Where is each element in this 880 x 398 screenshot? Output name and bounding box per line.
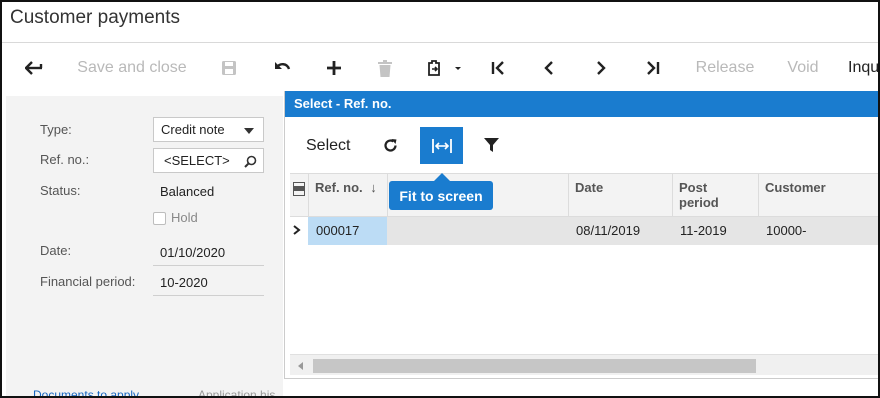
add-icon[interactable] (320, 46, 348, 90)
column-header-date[interactable]: Date (568, 174, 672, 218)
divider (2, 42, 878, 43)
date-label: Date: (40, 243, 72, 258)
grid-header: Ref. no. ↓ Date Post period Customer (290, 173, 878, 218)
previous-record-icon[interactable] (536, 46, 562, 90)
save-and-close-button[interactable]: Save and close (74, 46, 190, 90)
column-header-customer[interactable]: Customer (758, 174, 878, 218)
type-label: Type: (40, 122, 72, 137)
select-button[interactable]: Select (306, 137, 350, 155)
hold-checkbox[interactable] (153, 212, 166, 225)
row-selector-icon[interactable] (290, 174, 308, 218)
divider (285, 378, 878, 379)
post-period-label-line2: period (679, 195, 719, 210)
column-header-refno[interactable]: Ref. no. ↓ (308, 174, 387, 218)
date-underline (153, 265, 264, 266)
fit-to-screen-tooltip: Fit to screen (389, 173, 493, 210)
inquiries-menu[interactable]: Inqu (848, 46, 878, 90)
clipboard-menu-icon[interactable] (423, 46, 465, 90)
table-row[interactable]: 000017 08/11/2019 11-2019 10000- (290, 217, 878, 245)
type-value: Credit note (161, 122, 225, 137)
post-period-label-line1: Post (679, 180, 708, 195)
dropdown-arrow-icon (244, 128, 254, 134)
fit-to-screen-icon (431, 138, 452, 153)
tab-documents-to-apply[interactable]: Documents to apply (33, 388, 139, 396)
cell-date: 08/11/2019 (576, 223, 641, 238)
scroll-left-icon[interactable] (298, 362, 303, 370)
document-summary-form: Type: Credit note Ref. no.: <SELECT> Sta… (6, 96, 283, 396)
select-refno-dialog: Select - Ref. no. Select Fit to screen R… (284, 91, 878, 379)
scrollbar-thumb[interactable] (313, 359, 756, 373)
financial-period-value[interactable]: 10-2020 (160, 275, 208, 290)
void-button[interactable]: Void (782, 46, 824, 90)
horizontal-scrollbar[interactable] (290, 354, 878, 375)
refno-value: <SELECT> (164, 153, 230, 168)
cell-refno[interactable]: 000017 (308, 217, 387, 245)
release-button[interactable]: Release (691, 46, 759, 90)
status-label: Status: (40, 183, 81, 198)
delete-icon[interactable] (372, 46, 398, 90)
undo-icon[interactable] (268, 46, 296, 90)
next-record-icon[interactable] (588, 46, 614, 90)
financial-period-label: Financial period: (40, 274, 136, 289)
hold-label: Hold (171, 210, 198, 225)
dialog-title: Select - Ref. no. (285, 91, 878, 117)
save-icon[interactable] (216, 46, 242, 90)
cell-description (387, 217, 568, 245)
toolbar: Save and close Release Void Inqu (2, 46, 878, 90)
column-header-post-period[interactable]: Post period (672, 174, 758, 218)
date-value[interactable]: 01/10/2020 (160, 245, 225, 260)
refresh-icon[interactable] (379, 127, 401, 163)
status-value: Balanced (160, 184, 215, 199)
window: Customer payments Save and close Release… (0, 0, 880, 398)
page-title: Customer payments (10, 7, 181, 28)
last-record-icon[interactable] (640, 46, 666, 90)
refno-label: Ref. no.: (40, 152, 90, 167)
refno-selector[interactable]: <SELECT> (153, 148, 264, 173)
fit-to-screen-button[interactable] (420, 127, 463, 164)
sort-desc-icon: ↓ (370, 180, 377, 195)
cell-customer: 10000- (766, 223, 807, 238)
tab-application-history[interactable]: Application his (198, 388, 275, 396)
period-underline (153, 295, 264, 296)
filter-icon[interactable] (480, 127, 502, 163)
row-pointer-icon (290, 217, 308, 245)
type-select[interactable]: Credit note (153, 117, 264, 142)
cell-post-period: 11-2019 (680, 223, 727, 238)
first-record-icon[interactable] (485, 46, 511, 90)
search-icon[interactable] (244, 155, 257, 168)
back-arrow-icon[interactable] (20, 46, 48, 90)
refno-header-label: Ref. no. (315, 180, 363, 195)
